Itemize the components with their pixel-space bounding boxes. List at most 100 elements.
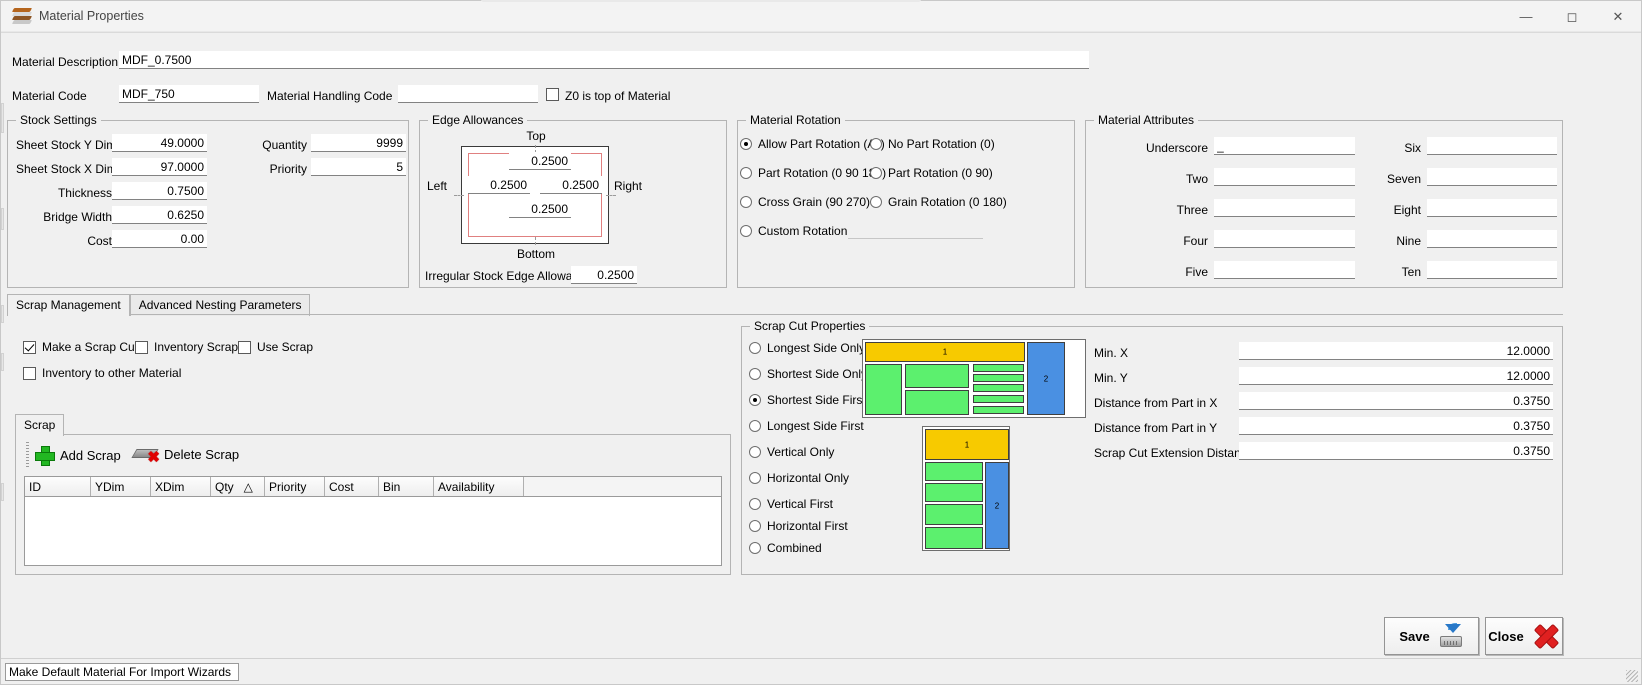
radio-horizontal-first[interactable]: Horizontal First <box>749 519 848 533</box>
close-label: Close <box>1488 629 1523 644</box>
radio-indicator <box>740 225 752 237</box>
preview-part <box>925 462 983 481</box>
radio-label: Allow Part Rotation (All) <box>758 137 885 151</box>
toolbar-gripper[interactable] <box>26 442 29 468</box>
z0-top-of-material-checkbox[interactable] <box>546 88 559 102</box>
tab-advanced-nesting-parameters[interactable]: Advanced Nesting Parameters <box>130 294 311 316</box>
scrap-cut-preview-vertical: 1 2 <box>922 426 1010 551</box>
attribute-four-label: Four <box>1096 234 1208 248</box>
plus-icon <box>34 445 54 465</box>
preview-part <box>973 374 1024 382</box>
minimize-icon[interactable]: — <box>1503 1 1549 32</box>
close-icon[interactable]: ✕ <box>1595 1 1641 32</box>
scrap-grid[interactable]: ID YDim XDim Qty△ Priority Cost Bin Avai… <box>24 476 722 566</box>
edge-top-input[interactable] <box>509 152 571 170</box>
checkbox-indicator <box>135 341 148 354</box>
checkbox-indicator <box>238 341 251 354</box>
radio-cross-grain-90-270[interactable]: Cross Grain (90 270) <box>740 195 870 209</box>
save-button[interactable]: Save <box>1384 617 1479 655</box>
edge-left-label: Left <box>427 179 447 193</box>
delete-scrap-button[interactable]: ✖ Delete Scrap <box>134 445 239 463</box>
distance-from-part-in-x-input[interactable] <box>1239 392 1553 410</box>
column-header-priority[interactable]: Priority <box>265 477 325 496</box>
column-header-id[interactable]: ID <box>25 477 91 496</box>
radio-combined[interactable]: Combined <box>749 541 822 555</box>
material-code-input[interactable] <box>119 85 259 103</box>
save-label: Save <box>1399 629 1429 644</box>
radio-grain-rotation-0-180[interactable]: Grain Rotation (0 180) <box>870 195 1007 209</box>
close-button[interactable]: Close <box>1485 617 1563 655</box>
column-header-xdim[interactable]: XDim <box>151 477 211 496</box>
preview-part <box>925 483 983 502</box>
cost-input[interactable] <box>112 230 207 248</box>
min-x-input[interactable] <box>1239 342 1553 360</box>
tab-scrap-management[interactable]: Scrap Management <box>7 294 130 316</box>
column-header-bin[interactable]: Bin <box>379 477 434 496</box>
checkbox-inventory-to-other-material[interactable]: Inventory to other Material <box>23 366 181 380</box>
thickness-input[interactable] <box>112 182 207 200</box>
min-y-input[interactable] <box>1239 367 1553 385</box>
radio-label: Longest Side First <box>767 419 864 433</box>
distance-from-part-in-y-input[interactable] <box>1239 417 1553 435</box>
preview-part <box>905 364 969 388</box>
edge-bottom-input[interactable] <box>509 200 571 218</box>
column-header-cost[interactable]: Cost <box>325 477 379 496</box>
custom-rotation-input[interactable] <box>848 221 983 239</box>
sheet-stock-x-dim-input[interactable] <box>112 158 207 176</box>
radio-horizontal-only[interactable]: Horizontal Only <box>749 471 849 485</box>
attribute-nine-input[interactable] <box>1427 230 1557 248</box>
min-y-label: Min. Y <box>1094 371 1128 385</box>
irregular-stock-edge-allowance-input[interactable] <box>571 266 637 284</box>
radio-part-rotation-0-90[interactable]: Part Rotation (0 90) <box>870 166 993 180</box>
radio-vertical-first[interactable]: Vertical First <box>749 497 833 511</box>
attribute-eight-input[interactable] <box>1427 199 1557 217</box>
radio-shortest-side-only[interactable]: Shortest Side Only <box>749 367 867 381</box>
background-tab-stub <box>481 0 921 2</box>
resize-grip[interactable] <box>1626 670 1638 682</box>
radio-no-part-rotation-0[interactable]: No Part Rotation (0) <box>870 137 995 151</box>
radio-custom-rotation[interactable]: Custom Rotation <box>740 224 847 238</box>
radio-longest-side-only[interactable]: Longest Side Only <box>749 341 865 355</box>
radio-allow-part-rotation-all[interactable]: Allow Part Rotation (All) <box>740 137 885 151</box>
add-scrap-button[interactable]: Add Scrap <box>34 445 121 465</box>
scrap-cut-extension-distance-label: Scrap Cut Extension Distance <box>1094 446 1253 460</box>
attribute-six-input[interactable] <box>1427 137 1557 155</box>
edge-left-input[interactable] <box>468 176 530 194</box>
default-material-status-text[interactable]: Make Default Material For Import Wizards <box>5 663 239 681</box>
edge-right-input[interactable] <box>540 176 602 194</box>
column-header-qty[interactable]: Qty△ <box>211 477 265 496</box>
priority-input[interactable] <box>311 158 406 176</box>
add-scrap-label: Add Scrap <box>60 448 121 463</box>
material-description-input[interactable] <box>119 51 1089 69</box>
preview-part <box>905 390 969 415</box>
sheet-stock-y-dim-input[interactable] <box>112 134 207 152</box>
radio-shortest-side-first[interactable]: Shortest Side First <box>749 393 866 407</box>
tab-scrap[interactable]: Scrap <box>15 414 64 436</box>
column-header-ydim[interactable]: YDim <box>91 477 151 496</box>
radio-label: Shortest Side Only <box>767 367 867 381</box>
radio-indicator <box>870 138 882 150</box>
radio-part-rotation-0-90-180[interactable]: Part Rotation (0 90 180) <box>740 166 886 180</box>
scrap-panel: Add Scrap ✖ Delete Scrap ID YDim XDim Qt… <box>15 434 731 575</box>
checkbox-use-scrap[interactable]: Use Scrap <box>238 340 313 354</box>
maximize-icon[interactable]: ◻ <box>1549 1 1595 32</box>
edge-top-label: Top <box>506 129 566 143</box>
material-rotation-group: Material Rotation Allow Part Rotation (A… <box>737 120 1075 288</box>
scrap-cut-extension-distance-input[interactable] <box>1239 442 1553 460</box>
attribute-eight-label: Eight <box>1329 203 1421 217</box>
column-header-availability[interactable]: Availability <box>434 477 524 496</box>
quantity-input[interactable] <box>311 134 406 152</box>
attribute-ten-input[interactable] <box>1427 261 1557 279</box>
radio-longest-side-first[interactable]: Longest Side First <box>749 419 864 433</box>
bridge-width-input[interactable] <box>112 206 207 224</box>
checkbox-indicator <box>23 341 36 354</box>
material-properties-window: Material Properties — ◻ ✕ Material Descr… <box>0 0 1642 685</box>
attribute-seven-input[interactable] <box>1427 168 1557 186</box>
radio-vertical-only[interactable]: Vertical Only <box>749 445 834 459</box>
checkbox-inventory-scrap[interactable]: Inventory Scrap <box>135 340 238 354</box>
radio-label: Longest Side Only <box>767 341 865 355</box>
checkbox-make-a-scrap-cut[interactable]: Make a Scrap Cut <box>23 340 138 354</box>
material-handling-code-input[interactable] <box>398 85 538 103</box>
preview-scrap-piece-2: 2 <box>985 462 1009 549</box>
scrap-grid-body[interactable] <box>25 497 721 566</box>
